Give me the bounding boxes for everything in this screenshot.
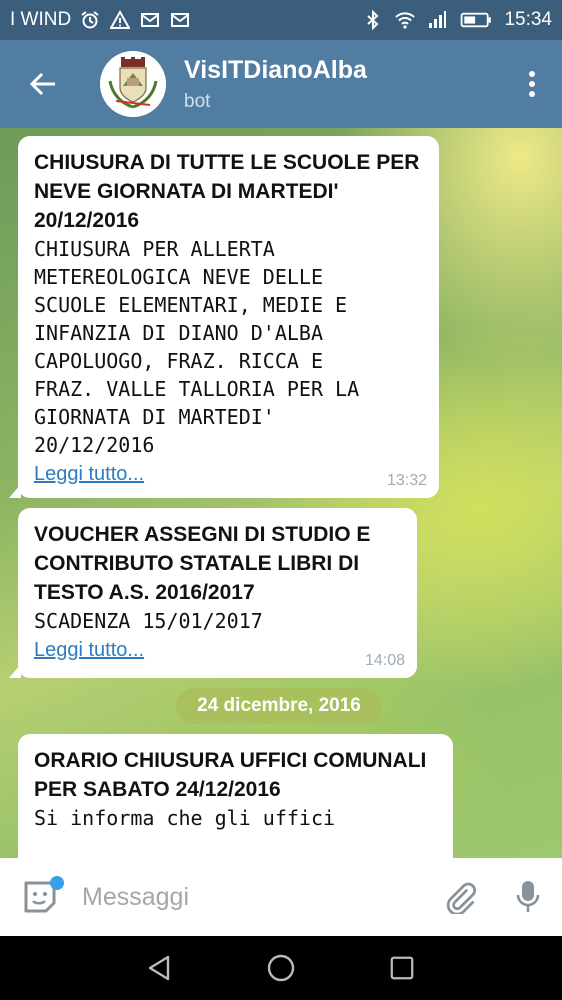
message-time: 14:08 [364, 652, 405, 669]
carrier-label: I WIND [10, 9, 72, 30]
wifi-icon [394, 9, 416, 31]
triangle-back-icon [149, 955, 170, 981]
microphone-button[interactable] [494, 858, 562, 936]
message-bubble[interactable]: CHIUSURA DI TUTTE LE SCUOLE PER NEVE GIO… [9, 136, 439, 498]
status-bar: I WIND 15:34 [0, 0, 562, 40]
avatar[interactable] [100, 51, 166, 117]
arrow-left-icon [29, 72, 55, 96]
microphone-icon [516, 881, 540, 912]
message-body: CHIUSURA PER ALLERTA METEREOLOGICA NEVE … [34, 237, 360, 457]
message-title: VOUCHER ASSEGNI DI STUDIO E CONTRIBUTO S… [34, 523, 371, 604]
more-vert-icon [529, 71, 535, 97]
back-button[interactable] [0, 40, 86, 128]
message-body: SCADENZA 15/01/2017 [34, 609, 263, 633]
chat-title: VisITDianoAlba [184, 55, 367, 84]
notification-dot [50, 876, 64, 890]
message-body: Si informa che gli uffici [34, 806, 336, 830]
warning-icon [109, 9, 131, 31]
signal-icon [426, 9, 448, 31]
clock: 15:34 [504, 9, 552, 30]
message-bubble[interactable]: VOUCHER ASSEGNI DI STUDIO E CONTRIBUTO S… [9, 508, 417, 678]
composer [0, 858, 562, 936]
message-title: ORARIO CHIUSURA UFFICI COMUNALI PER SABA… [34, 749, 427, 801]
date-separator: 24 dicembre, 2016 [176, 688, 382, 724]
sticker-button[interactable] [0, 858, 80, 936]
battery-icon [458, 9, 494, 31]
read-more-link[interactable]: Leggi tutto... [34, 639, 144, 662]
circle-home-icon [267, 954, 295, 982]
nav-back-button[interactable] [130, 938, 190, 998]
system-navigation-bar [0, 936, 562, 1000]
bluetooth-icon [362, 9, 384, 31]
paperclip-icon [446, 882, 476, 914]
chat-header: VisITDianoAlba bot [0, 40, 562, 128]
message-input[interactable] [80, 858, 426, 936]
nav-recents-button[interactable] [372, 938, 432, 998]
message-time: 13:32 [386, 472, 427, 489]
chat-subtitle: bot [184, 90, 211, 112]
attach-button[interactable] [426, 858, 494, 936]
message-list[interactable]: CHIUSURA DI TUTTE LE SCUOLE PER NEVE GIO… [0, 128, 562, 858]
message-bubble[interactable]: ORARIO CHIUSURA UFFICI COMUNALI PER SABA… [18, 734, 453, 858]
overflow-menu-button[interactable] [502, 40, 562, 128]
municipality-crest-icon [100, 51, 166, 117]
square-recents-icon [390, 956, 413, 980]
mail-icon [169, 9, 191, 31]
read-more-link[interactable]: Leggi tutto... [34, 463, 144, 486]
mail-icon [139, 9, 161, 31]
message-title: CHIUSURA DI TUTTE LE SCUOLE PER NEVE GIO… [34, 151, 420, 232]
nav-home-button[interactable] [251, 938, 311, 998]
alarm-icon [79, 9, 101, 31]
